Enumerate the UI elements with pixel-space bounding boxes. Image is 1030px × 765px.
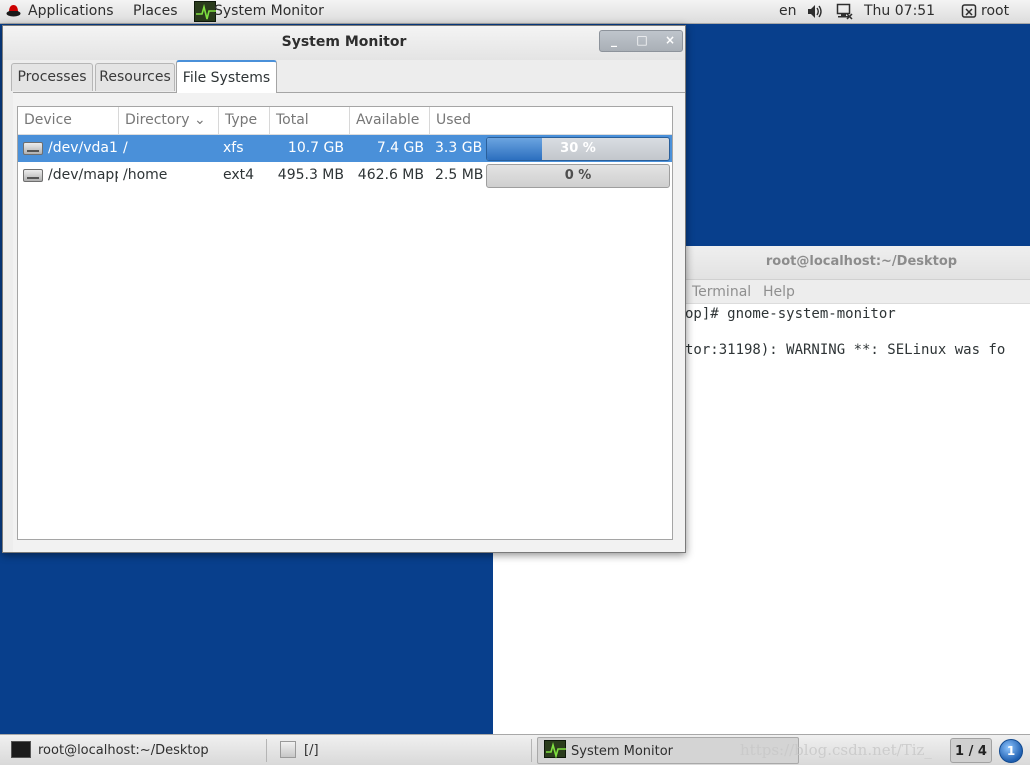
table-row[interactable]: /dev/mapp /home ext4 495.3 MB 462.6 MB 2… <box>18 162 672 189</box>
cell-total: 10.7 GB <box>287 140 344 156</box>
network-icon[interactable] <box>836 3 853 20</box>
cell-type: xfs <box>223 140 244 156</box>
maximize-button[interactable]: □ <box>628 31 656 51</box>
column-header-directory[interactable]: Directory ⌄ <box>119 107 219 134</box>
close-button[interactable]: × <box>656 31 684 51</box>
workspace-badge[interactable]: 1 <box>999 739 1023 763</box>
taskbar-item-terminal[interactable]: root@localhost:~/Desktop <box>38 737 209 764</box>
minimize-button[interactable]: _ <box>600 31 628 51</box>
volume-icon[interactable] <box>806 3 823 20</box>
file-systems-table[interactable]: Device Directory ⌄ Type Total Available … <box>17 106 673 540</box>
terminal-line: op]# gnome-system-monitor <box>685 306 896 322</box>
applications-menu[interactable]: Applications <box>28 0 114 23</box>
top-panel: Applications Places System Monitor en Th… <box>0 0 1030 24</box>
clock[interactable]: Thu 07:51 <box>864 0 935 23</box>
redhat-logo-icon <box>6 5 21 17</box>
workspace-indicator[interactable]: 1 / 4 <box>950 738 992 763</box>
cell-available: 462.6 MB <box>357 167 424 183</box>
sort-descending-icon: ⌄ <box>193 112 206 128</box>
cell-directory: /home <box>123 167 168 183</box>
places-menu[interactable]: Places <box>133 0 178 23</box>
watermark-text: https://blog.csdn.net/Tiz_ <box>740 741 932 759</box>
cell-type: ext4 <box>223 167 255 183</box>
user-icon <box>961 4 977 18</box>
file-manager-icon <box>280 741 296 758</box>
system-monitor-app-icon <box>194 1 216 22</box>
terminal-icon <box>11 741 31 758</box>
table-row[interactable]: /dev/vda1 / xfs 10.7 GB 7.4 GB 3.3 GB 30… <box>18 135 672 162</box>
cell-used: 3.3 GB <box>435 140 483 156</box>
terminal-menu-help[interactable]: Help <box>763 280 795 304</box>
bottom-panel: root@localhost:~/Desktop [/] System Moni… <box>0 734 1030 765</box>
taskbar-separator <box>531 739 532 762</box>
column-header-available[interactable]: Available <box>350 107 430 134</box>
tab-processes[interactable]: Processes <box>11 63 93 91</box>
usage-progress-bar: 30 % <box>486 137 670 161</box>
column-header-used[interactable]: Used <box>430 107 672 134</box>
column-header-type[interactable]: Type <box>219 107 270 134</box>
usage-percent-label: 0 % <box>564 168 592 183</box>
active-app-menu[interactable]: System Monitor <box>214 0 324 23</box>
user-menu[interactable]: root <box>981 0 1009 23</box>
system-monitor-window: System Monitor _ □ × Processes Resources… <box>2 25 686 553</box>
column-header-device[interactable]: Device <box>18 107 119 134</box>
tab-file-systems[interactable]: File Systems <box>176 60 277 93</box>
cell-available: 7.4 GB <box>376 140 424 156</box>
window-controls: _ □ × <box>599 30 683 52</box>
usage-progress-bar: 0 % <box>486 164 670 188</box>
taskbar-separator <box>266 739 267 762</box>
taskbar-item-file-manager[interactable]: [/] <box>304 737 319 764</box>
cell-used: 2.5 MB <box>435 167 484 183</box>
column-header-total[interactable]: Total <box>270 107 350 134</box>
drive-icon <box>23 169 43 182</box>
system-monitor-icon <box>544 740 566 759</box>
terminal-line: tor:31198): WARNING **: SELinux was fo <box>685 342 1006 358</box>
window-title: System Monitor <box>281 34 407 50</box>
cell-device: /dev/vda1 <box>48 140 118 156</box>
terminal-menu-terminal[interactable]: Terminal <box>692 280 751 304</box>
cell-total: 495.3 MB <box>277 167 344 183</box>
window-titlebar[interactable]: System Monitor _ □ × <box>3 26 685 60</box>
usage-percent-label: 30 % <box>560 141 596 156</box>
tab-resources[interactable]: Resources <box>95 63 175 91</box>
cell-directory: / <box>123 140 128 156</box>
drive-icon <box>23 142 43 155</box>
cell-device: /dev/mapp <box>48 167 118 183</box>
language-indicator[interactable]: en <box>779 0 797 23</box>
